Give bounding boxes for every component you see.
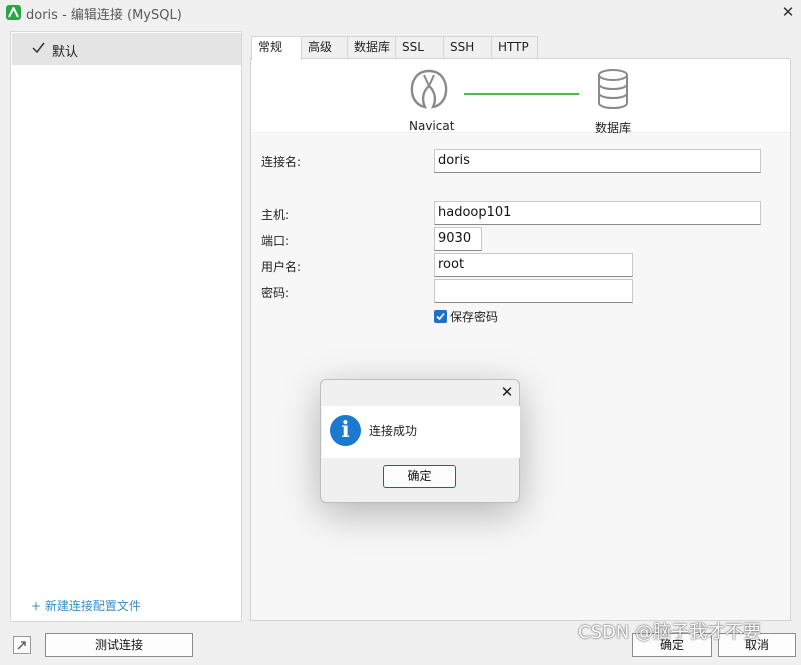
connection-line xyxy=(464,93,579,95)
username-label: 用户名: xyxy=(261,260,302,274)
port-input[interactable]: 9030 xyxy=(434,227,482,251)
tab-ssl[interactable]: SSL xyxy=(395,36,444,59)
navicat-logo-icon xyxy=(410,69,448,109)
test-connection-button[interactable]: 测试连接 xyxy=(45,633,193,657)
sidebar-item-label: 默认 xyxy=(52,45,79,60)
connection-diagram: Navicat 数据库 xyxy=(251,59,790,135)
save-password-checkbox[interactable] xyxy=(434,310,447,323)
dialog-ok-button[interactable]: 确定 xyxy=(383,465,456,488)
tab-general[interactable]: 常规 xyxy=(251,36,302,60)
profile-sidebar: 默认 + 新建连接配置文件 xyxy=(10,31,242,622)
host-label: 主机: xyxy=(261,208,290,222)
watermark: CSDN @脑子我才不要 xyxy=(578,622,762,643)
info-icon: i xyxy=(330,415,361,446)
host-input[interactable]: hadoop101 xyxy=(434,201,761,225)
dialog-close-icon[interactable]: ✕ xyxy=(497,382,517,402)
connection-name-input[interactable]: doris xyxy=(434,149,761,173)
dialog-body: i 连接成功 xyxy=(322,406,520,458)
connection-name-label: 连接名: xyxy=(261,155,302,169)
dialog-message: 连接成功 xyxy=(369,424,418,438)
tab-http[interactable]: HTTP xyxy=(491,36,538,59)
window-title: doris - 编辑连接 (MySQL) xyxy=(26,8,182,23)
save-password-label: 保存密码 xyxy=(450,310,499,324)
password-label: 密码: xyxy=(261,286,290,300)
navicat-app-icon xyxy=(6,5,21,20)
sidebar-item-default[interactable]: 默认 xyxy=(12,33,241,65)
navicat-label: Navicat xyxy=(409,119,455,133)
tab-ssh[interactable]: SSH xyxy=(443,36,492,59)
database-icon xyxy=(598,69,628,110)
connection-success-dialog: ✕ i 连接成功 确定 xyxy=(320,379,520,503)
title-bar: doris - 编辑连接 (MySQL) ✕ xyxy=(0,0,801,26)
tab-advanced[interactable]: 高级 xyxy=(301,36,348,59)
password-input[interactable] xyxy=(434,279,633,303)
new-profile-link[interactable]: + 新建连接配置文件 xyxy=(31,597,141,614)
checkmark-icon xyxy=(436,312,445,321)
general-tab-panel: Navicat 数据库 xyxy=(250,58,791,621)
port-label: 端口: xyxy=(261,234,290,248)
window-close-icon[interactable]: ✕ xyxy=(778,3,798,21)
export-url-icon[interactable] xyxy=(13,636,31,654)
check-icon xyxy=(32,42,45,53)
username-input[interactable]: root xyxy=(434,253,633,277)
tab-database[interactable]: 数据库 xyxy=(347,36,396,59)
